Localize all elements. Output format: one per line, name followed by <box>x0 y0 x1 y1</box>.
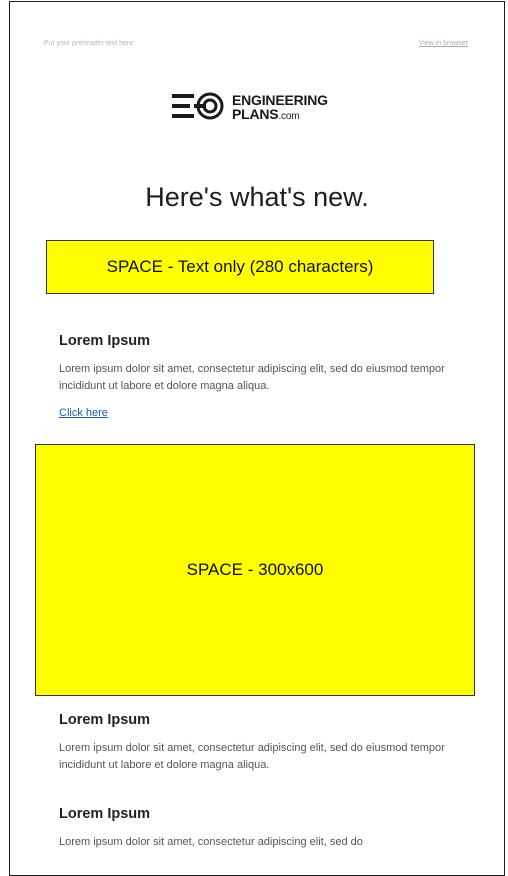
ad-space-300x600: SPACE - 300x600 <box>35 444 475 696</box>
engineeringplans-logo[interactable]: ENGINEERING PLANS.com <box>172 86 362 126</box>
email-frame: Put your preheader text here View in bro… <box>9 1 505 876</box>
article-title: Lorem Ipsum <box>59 712 151 728</box>
article-body: Lorem ipsum dolor sit amet, consectetur … <box>59 742 445 771</box>
headline: Here's what's new. <box>145 182 369 212</box>
view-in-browser-link[interactable]: View in browser <box>419 40 468 47</box>
article-title: Lorem Ipsum <box>59 806 151 822</box>
logo-text-line2: PLANS.com <box>232 106 300 122</box>
logo-mark-icon <box>172 92 224 120</box>
article-2: Lorem Ipsum Lorem ipsum dolor sit amet, … <box>59 712 459 774</box>
article-1: Lorem Ipsum Lorem ipsum dolor sit amet, … <box>59 333 459 421</box>
article-body: Lorem ipsum dolor sit amet, consectetur … <box>59 836 363 848</box>
logo-text-suffix: .com <box>278 111 300 122</box>
email-topbar: Put your preheader text here View in bro… <box>10 40 504 54</box>
article-3: Lorem Ipsum Lorem ipsum dolor sit amet, … <box>59 806 459 851</box>
click-here-link[interactable]: Click here <box>59 407 108 419</box>
article-body: Lorem ipsum dolor sit amet, consectetur … <box>59 363 445 392</box>
article-title: Lorem Ipsum <box>59 333 151 349</box>
preheader-text: Put your preheader text here <box>44 40 134 47</box>
logo-text-plans: PLANS <box>232 106 279 122</box>
ad-space-text-banner: SPACE - Text only (280 characters) <box>46 240 434 294</box>
